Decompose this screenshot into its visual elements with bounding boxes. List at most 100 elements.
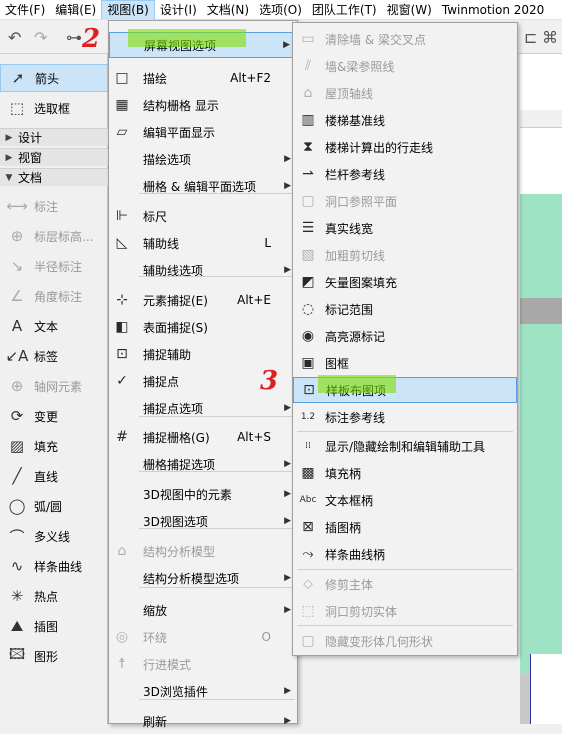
view-menu-item[interactable]: ▦ 结构栅格 显示 [109,92,297,118]
view-menu-item[interactable]: ☨ 行进模式 [109,651,297,677]
menu-view[interactable]: 视图(B) [101,0,155,19]
menu-file[interactable]: 文件(F) [0,0,50,19]
view-menu-item[interactable]: 栅格 & 编辑平面选项 ▶ [109,173,297,199]
option-icon: ▭ [301,31,315,47]
tool-angle-dimension[interactable]: ∠ 角度标注 [0,282,108,310]
menu-document[interactable]: 文档(N) [202,0,254,19]
screen-option-item[interactable]: ▣ 图框 [293,350,517,376]
option-label: 标记范围 [325,302,374,317]
view-menu-item[interactable]: ◺ 辅助线 L [109,230,297,256]
tool-arrow[interactable]: ➚ 箭头 [0,64,108,92]
view-menu-item[interactable]: ⊹ 元素捕捉(E) Alt+E [109,287,297,313]
undo-icon[interactable]: ↶ [8,28,21,47]
view-menu-item[interactable]: ◧ 表面捕捉(S) [109,314,297,340]
tool-radial-dimension[interactable]: ↘ 半径标注 [0,252,108,280]
tool-label[interactable]: ↙A 标签 [0,342,108,370]
tool-line[interactable]: ╱ 直线 [0,462,108,490]
screen-option-item[interactable]: ⁞⁞ 显示/隐藏绘制和编辑辅助工具 [293,433,517,459]
tool-marquee[interactable]: ⬚ 选取框 [0,94,108,122]
tool-dimension[interactable]: ⟷ 标注 [0,192,108,220]
view-menu-item[interactable]: ⊡ 捕捉辅助 [109,341,297,367]
view-menu-item[interactable]: ⌂ 结构分析模型 [109,538,297,564]
section-view[interactable]: ▶ 视窗 [0,148,108,166]
view-menu-item[interactable]: ⊩ 标尺 [109,203,297,229]
menu-item-label: 捕捉栅格(G) [143,430,210,445]
view-menu-item[interactable]: ◎ 环绕 O [109,624,297,650]
menu-item-icon: ☨ [118,656,126,672]
view-menu-item[interactable]: 辅助线选项 ▶ [109,257,297,283]
screen-option-item[interactable]: ⊠ 插图柄 [293,514,517,540]
tool-drawing[interactable]: ⛰ 插图 [0,612,108,640]
snap-icon[interactable]: ⊏ [524,28,537,47]
screen-option-item[interactable]: ▢ 洞口参照平面 [293,188,517,214]
canvas-tab-strip [520,110,562,128]
tool-polyline[interactable]: ⌒ 多义线 [0,522,108,550]
screen-option-item[interactable]: ⫽ 墙&梁参照线 [293,53,517,79]
view-menu-item[interactable]: ▱ 编辑平面显示 [109,119,297,145]
menu-item-label: 捕捉点选项 [143,401,204,416]
view-menu-item[interactable]: 3D视图选项 ▶ [109,508,297,534]
drawing-canvas[interactable] [520,54,562,724]
view-menu-item[interactable]: 刷新 ▶ [109,708,297,734]
screen-option-item[interactable]: ▩ 填充柄 [293,460,517,486]
menu-item-icon-slot [109,597,135,623]
screen-option-item[interactable]: ☰ 真实线宽 [293,215,517,241]
screen-option-item[interactable]: Abc 文本框柄 [293,487,517,513]
screen-option-item[interactable]: ◌ 标记范围 [293,296,517,322]
option-label: 隐藏变形体几何形状 [325,634,434,649]
view-menu-item[interactable]: 缩放 ▶ [109,597,297,623]
view-menu-item[interactable]: # 捕捉栅格(G) Alt+S [109,424,297,450]
screen-option-item[interactable]: ⇀ 栏杆参考线 [293,161,517,187]
menu-options[interactable]: 选项(O) [254,0,307,19]
tool-hotspot[interactable]: ✳ 热点 [0,582,108,610]
menu-item-label: 标尺 [143,209,168,224]
view-menu-item[interactable]: 3D视图中的元素 ▶ [109,481,297,507]
menu-item-label: 描绘 [143,71,168,86]
screen-option-item[interactable]: 1.2 标注参考线 [293,404,517,430]
canvas-paper [530,654,562,724]
canvas-wall [520,298,562,324]
line-icon: ╱ [12,467,22,485]
menu-window[interactable]: 视窗(W) [382,0,437,19]
screen-option-item[interactable]: ▢ 隐藏变形体几何形状 [293,628,517,654]
option-label: 洞口剪切实体 [325,604,398,619]
menu-separator [139,471,295,472]
redo-icon[interactable]: ↷ [34,28,47,47]
view-menu-item[interactable]: 3D浏览插件 ▶ [109,678,297,704]
tool-arc[interactable]: ◯ 弧/圆 [0,492,108,520]
screen-option-item[interactable]: ▥ 楼梯基准线 [293,107,517,133]
screen-option-item[interactable]: ⤳ 样条曲线柄 [293,541,517,567]
view-menu-item[interactable]: □ 描绘 Alt+F2 [109,65,297,91]
section-document[interactable]: ▼ 文档 [0,168,108,186]
view-menu-item[interactable]: 捕捉点选项 ▶ [109,395,297,421]
tool-level-dimension[interactable]: ⊕ 标层标高... [0,222,108,250]
screen-option-item[interactable]: ◩ 矢量图案填充 [293,269,517,295]
tool-figure[interactable]: 🖾 图形 [0,642,108,670]
option-icon: ▩ [301,465,315,481]
screen-option-item[interactable]: ⌂ 屋顶轴线 [293,80,517,106]
cross-icon[interactable]: ⌘ [542,28,558,47]
menu-teamwork[interactable]: 团队工作(T) [307,0,382,19]
tool-text[interactable]: A 文本 [0,312,108,340]
menu-design[interactable]: 设计(I) [155,0,202,19]
screen-option-item[interactable]: ⬚ 洞口剪切实体 [293,598,517,624]
pointer-tool-icon[interactable]: ⊶ [66,28,82,47]
screen-option-item[interactable]: ▧ 加粗剪切线 [293,242,517,268]
tool-change[interactable]: ⟳ 变更 [0,402,108,430]
menu-edit[interactable]: 编辑(E) [50,0,101,19]
tool-spline[interactable]: ∿ 样条曲线 [0,552,108,580]
menu-twinmotion[interactable]: Twinmotion 2020 [437,0,549,19]
view-menu-item[interactable]: 描绘选项 ▶ [109,146,297,172]
screen-option-item[interactable]: ▭ 清除墙 & 梁交叉点 [293,26,517,52]
option-icon: ◩ [301,274,315,290]
menu-item-label: 栅格捕捉选项 [143,457,216,472]
option-icon: ⬚ [301,603,315,619]
screen-option-item[interactable]: ⬦ 修剪主体 [293,571,517,597]
screen-option-item[interactable]: ⧗ 楼梯计算出的行走线 [293,134,517,160]
screen-option-item[interactable]: ◉ 高亮源标记 [293,323,517,349]
tool-grid-element[interactable]: ⊕ 轴网元素 [0,372,108,400]
view-menu-item[interactable]: 栅格捕捉选项 ▶ [109,451,297,477]
section-design[interactable]: ▶ 设计 [0,128,108,146]
tool-fill[interactable]: ▨ 填充 [0,432,108,460]
menu-item-label: 编辑平面显示 [143,125,216,140]
